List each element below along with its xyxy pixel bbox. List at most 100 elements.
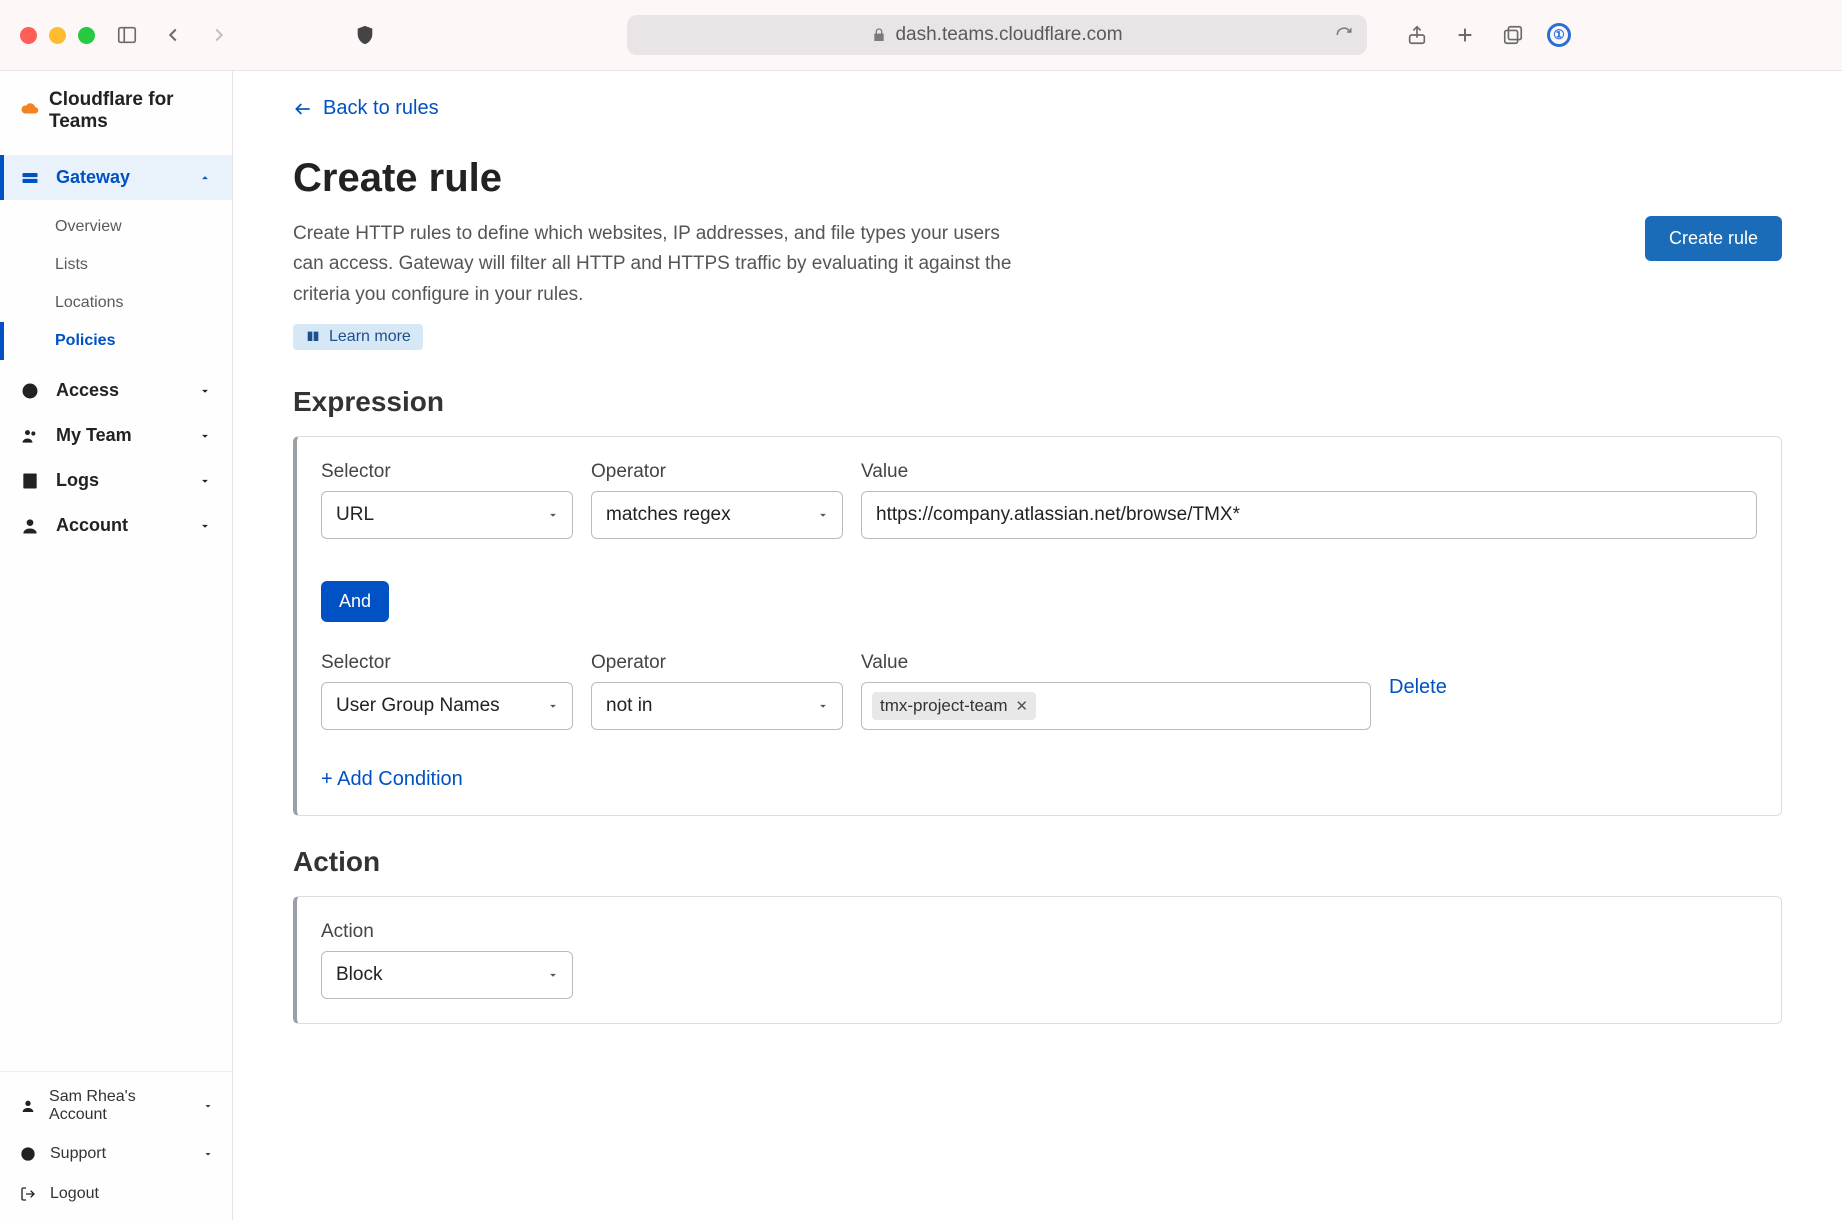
token-label: tmx-project-team [880, 696, 1008, 716]
footer-logout[interactable]: Logout [0, 1174, 232, 1214]
action-label: Action [321, 921, 573, 943]
team-icon [20, 426, 40, 446]
sidebar-item-access[interactable]: Access [0, 368, 232, 413]
value-input-1[interactable]: https://company.atlassian.net/browse/TMX… [861, 491, 1757, 539]
logs-icon [20, 471, 40, 491]
access-icon [20, 381, 40, 401]
learn-more-label: Learn more [329, 328, 411, 346]
selector-dropdown-1[interactable]: URL [321, 491, 573, 539]
expression-section-title: Expression [293, 386, 1782, 418]
sidebar: Cloudflare for Teams Gateway Overview Li… [0, 71, 233, 1220]
operator-value: not in [606, 695, 652, 717]
value-label: Value [861, 652, 1371, 674]
page-description: Create HTTP rules to define which websit… [293, 219, 1033, 310]
selector-value: URL [336, 504, 374, 526]
sidebar-item-account[interactable]: Account [0, 503, 232, 548]
new-tab-icon[interactable] [1451, 21, 1479, 49]
1password-icon[interactable]: ① [1547, 23, 1571, 47]
sidebar-sub-policies[interactable]: Policies [0, 322, 232, 360]
expression-panel: Selector URL Operator matches regex [293, 436, 1782, 816]
action-dropdown[interactable]: Block [321, 951, 573, 999]
back-link[interactable]: Back to rules [293, 97, 1782, 120]
selector-label: Selector [321, 652, 573, 674]
arrow-left-icon [293, 99, 313, 119]
add-condition-link[interactable]: + Add Condition [321, 768, 463, 791]
action-section-title: Action [293, 846, 1782, 878]
back-link-label: Back to rules [323, 97, 439, 120]
chevron-down-icon [816, 699, 830, 713]
chevron-down-icon [546, 699, 560, 713]
selector-value: User Group Names [336, 695, 500, 717]
brand[interactable]: Cloudflare for Teams [0, 71, 232, 151]
chevron-down-icon [546, 968, 560, 982]
user-icon [18, 1096, 37, 1116]
gateway-icon [20, 168, 40, 188]
browser-chrome: dash.teams.cloudflare.com ① [0, 0, 1842, 70]
operator-dropdown-1[interactable]: matches regex [591, 491, 843, 539]
window-controls [20, 27, 95, 44]
chevron-down-icon [202, 1100, 214, 1112]
sidebar-sub-locations[interactable]: Locations [0, 284, 232, 322]
selector-label: Selector [321, 461, 573, 483]
value-text: https://company.atlassian.net/browse/TMX… [876, 504, 1240, 526]
operator-dropdown-2[interactable]: not in [591, 682, 843, 730]
lock-icon [871, 27, 887, 43]
sidebar-item-gateway[interactable]: Gateway [0, 155, 232, 200]
operator-label: Operator [591, 652, 843, 674]
footer-account-switcher[interactable]: Sam Rhea's Account [0, 1078, 232, 1134]
sidebar-item-logs[interactable]: Logs [0, 458, 232, 503]
forward-button[interactable] [205, 21, 233, 49]
create-rule-button[interactable]: Create rule [1645, 216, 1782, 261]
tabs-icon[interactable] [1499, 21, 1527, 49]
chevron-down-icon [198, 519, 212, 533]
value-token-input-2[interactable]: tmx-project-team ✕ [861, 682, 1371, 730]
help-icon [18, 1144, 38, 1164]
value-label: Value [861, 461, 1757, 483]
operator-label: Operator [591, 461, 843, 483]
delete-condition-link[interactable]: Delete [1389, 676, 1447, 699]
sidebar-toggle-icon[interactable] [113, 21, 141, 49]
sidebar-item-myteam[interactable]: My Team [0, 413, 232, 458]
sidebar-item-label: Gateway [56, 167, 130, 188]
footer-support[interactable]: Support [0, 1134, 232, 1174]
chevron-down-icon [816, 508, 830, 522]
selector-dropdown-2[interactable]: User Group Names [321, 682, 573, 730]
remove-token-icon[interactable]: ✕ [1016, 697, 1029, 715]
cloudflare-logo-icon [20, 100, 39, 122]
value-token: tmx-project-team ✕ [872, 692, 1036, 720]
sidebar-sub-overview[interactable]: Overview [0, 208, 232, 246]
chevron-down-icon [198, 429, 212, 443]
sidebar-item-label: My Team [56, 425, 132, 446]
footer-support-label: Support [50, 1145, 106, 1163]
page-title: Create rule [293, 156, 1033, 201]
main-content: Back to rules Create rule Create HTTP ru… [233, 71, 1842, 1220]
footer-logout-label: Logout [50, 1185, 99, 1203]
learn-more-link[interactable]: Learn more [293, 324, 423, 350]
book-icon [305, 329, 321, 345]
sidebar-item-label: Account [56, 515, 128, 536]
operator-value: matches regex [606, 504, 731, 526]
chevron-down-icon [546, 508, 560, 522]
url-text: dash.teams.cloudflare.com [895, 24, 1122, 46]
share-icon[interactable] [1403, 21, 1431, 49]
action-value: Block [336, 964, 382, 986]
minimize-window-button[interactable] [49, 27, 66, 44]
privacy-shield-icon[interactable] [351, 21, 379, 49]
chevron-up-icon [198, 171, 212, 185]
sidebar-sub-lists[interactable]: Lists [0, 246, 232, 284]
back-button[interactable] [159, 21, 187, 49]
chevron-down-icon [202, 1148, 214, 1160]
refresh-icon[interactable] [1335, 26, 1353, 44]
and-operator-pill[interactable]: And [321, 581, 389, 622]
maximize-window-button[interactable] [78, 27, 95, 44]
user-icon [20, 516, 40, 536]
brand-label: Cloudflare for Teams [49, 89, 212, 133]
chevron-down-icon [198, 384, 212, 398]
url-bar[interactable]: dash.teams.cloudflare.com [627, 15, 1367, 55]
close-window-button[interactable] [20, 27, 37, 44]
footer-account-label: Sam Rhea's Account [49, 1088, 190, 1124]
action-panel: Action Block [293, 896, 1782, 1024]
sidebar-item-label: Logs [56, 470, 99, 491]
sidebar-item-label: Access [56, 380, 119, 401]
chevron-down-icon [198, 474, 212, 488]
